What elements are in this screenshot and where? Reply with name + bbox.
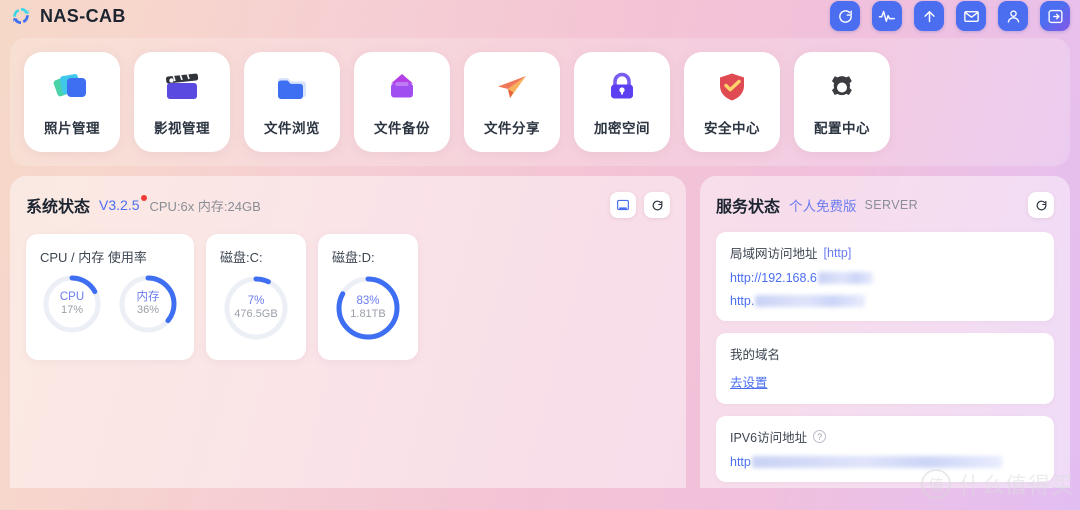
app-tile-video[interactable]: 影视管理: [134, 52, 230, 152]
lock-icon: [599, 67, 645, 107]
gauge-label: CPU: [59, 291, 85, 304]
app-tile-label: 安全中心: [704, 121, 760, 136]
folder-icon: [269, 67, 315, 107]
paper-plane-icon: [489, 67, 535, 107]
refresh-button[interactable]: [644, 192, 670, 218]
app-tile-label: 文件备份: [374, 121, 430, 136]
app-tile-label: 文件分享: [484, 121, 540, 136]
app-tile-label: 配置中心: [814, 121, 870, 136]
clapperboard-icon: [159, 67, 205, 107]
app-tile-label: 加密空间: [594, 121, 650, 136]
link-text: http://192.168.6: [730, 271, 817, 285]
app-tile-label: 照片管理: [44, 121, 100, 136]
service-status-panel: 服务状态 个人免费版 SERVER 局域网访问地址 [http] http://…: [700, 176, 1070, 488]
monitor-button[interactable]: [610, 192, 636, 218]
lan-address-link-1[interactable]: http://192.168.6: [730, 271, 1040, 285]
refresh-button[interactable]: [830, 1, 860, 31]
link-text: http: [730, 455, 751, 469]
app-tile-encrypted[interactable]: 加密空间: [574, 52, 670, 152]
gear-icon: [819, 67, 865, 107]
stat-card-disk-c: 磁盘:C: 7% 476.5GB: [206, 234, 306, 360]
lan-address-link-2[interactable]: http.: [730, 294, 1040, 308]
mail-button[interactable]: [956, 1, 986, 31]
version-label: V3.2.5: [99, 195, 147, 213]
gauge-group: CPU 17% 内存 36%: [40, 272, 180, 336]
account-button[interactable]: [998, 1, 1028, 31]
app-tile-photos[interactable]: 照片管理: [24, 52, 120, 152]
gauge-value: 36%: [136, 304, 160, 317]
domain-row: 我的域名 去设置: [716, 333, 1054, 404]
service-status-header: 服务状态 个人免费版 SERVER: [716, 190, 1054, 220]
app-tile-backup[interactable]: 文件备份: [354, 52, 450, 152]
version-text: V3.2.5: [99, 197, 140, 213]
app-shortcuts: 照片管理 影视管理 文件浏览 文件备份 文件分享 加密空间 安全中心 配置中心: [10, 38, 1070, 166]
app-tile-files[interactable]: 文件浏览: [244, 52, 340, 152]
gauge-label: 7%: [247, 295, 265, 308]
question-icon[interactable]: ?: [813, 430, 827, 443]
link-text: http.: [730, 294, 755, 308]
ipv6-address-row: IPV6访问地址 ? http: [716, 416, 1054, 482]
gauge-value: 1.81TB: [350, 308, 386, 321]
stat-card-title: CPU / 内存 使用率: [40, 250, 147, 265]
plan-badge: 个人免费版: [789, 199, 857, 214]
gauge-group: 7% 476.5GB: [220, 272, 292, 344]
gauge-label: 内存: [136, 291, 160, 304]
brand-name: NAS-CAB: [40, 5, 126, 26]
protocol-tag: [http]: [823, 245, 852, 260]
app-tile-label: 影视管理: [154, 121, 210, 136]
gauge-value: 17%: [60, 304, 84, 317]
gauge-cpu: CPU 17%: [40, 272, 104, 336]
shield-check-icon: [709, 67, 755, 107]
row-title-text: 局域网访问地址: [730, 247, 818, 261]
stat-card-disk-d: 磁盘:D: 83% 1.81TB: [318, 234, 418, 360]
domain-settings-link[interactable]: 去设置: [730, 372, 1040, 391]
gauge-disk-d: 83% 1.81TB: [332, 272, 404, 344]
row-title: 我的域名: [730, 344, 1040, 363]
app-tile-security[interactable]: 安全中心: [684, 52, 780, 152]
system-status-actions: [610, 192, 670, 218]
gauge-group: 83% 1.81TB: [332, 272, 404, 344]
gauge-disk-c: 7% 476.5GB: [220, 272, 292, 344]
redacted-text: [751, 456, 1002, 468]
photos-icon: [49, 67, 95, 107]
stat-card-title: 磁盘:C:: [220, 250, 263, 265]
app-tile-settings[interactable]: 配置中心: [794, 52, 890, 152]
service-title: 服务状态: [716, 199, 781, 216]
app-tile-label: 文件浏览: [264, 121, 320, 136]
app-tile-share[interactable]: 文件分享: [464, 52, 560, 152]
service-status-actions: [1028, 192, 1054, 218]
stat-card-title: 磁盘:D:: [332, 250, 375, 265]
stat-cards: CPU / 内存 使用率 CPU 17% 内存 36% 磁盘:C: 7% 476…: [26, 234, 670, 360]
redacted-text: [817, 272, 873, 284]
hardware-meta: CPU:6x 内存:24GB: [149, 198, 261, 214]
gauge-memory: 内存 36%: [116, 272, 180, 336]
redacted-text: [755, 295, 866, 307]
top-bar-actions: [830, 1, 1070, 31]
gauge-label: 83%: [356, 295, 380, 308]
top-bar: NAS-CAB: [0, 0, 1080, 32]
row-title: 局域网访问地址 [http]: [730, 243, 1040, 262]
stat-card-cpu-memory: CPU / 内存 使用率 CPU 17% 内存 36%: [26, 234, 194, 360]
page-title: 系统状态: [26, 199, 91, 216]
row-title-text: IPV6访问地址: [730, 431, 808, 445]
system-status-header: 系统状态 V3.2.5 CPU:6x 内存:24GB: [26, 190, 670, 220]
logout-button[interactable]: [1040, 1, 1070, 31]
row-title-text: 我的域名: [730, 348, 781, 362]
ipv6-address-link[interactable]: http: [730, 455, 1040, 469]
sync-circle-icon: [10, 5, 32, 27]
lan-address-row: 局域网访问地址 [http] http://192.168.6 http.: [716, 232, 1054, 321]
row-title: IPV6访问地址 ?: [730, 427, 1040, 446]
folder-upload-icon: [379, 67, 425, 107]
gauge-value: 476.5GB: [234, 308, 278, 321]
upload-button[interactable]: [914, 1, 944, 31]
dashboard-panels: 系统状态 V3.2.5 CPU:6x 内存:24GB CPU / 内存 使用率 …: [0, 166, 1080, 488]
server-label: SERVER: [864, 198, 919, 212]
refresh-button[interactable]: [1028, 192, 1054, 218]
activity-button[interactable]: [872, 1, 902, 31]
brand: NAS-CAB: [10, 5, 126, 27]
system-status-panel: 系统状态 V3.2.5 CPU:6x 内存:24GB CPU / 内存 使用率 …: [10, 176, 686, 488]
update-dot-badge: [140, 195, 147, 201]
